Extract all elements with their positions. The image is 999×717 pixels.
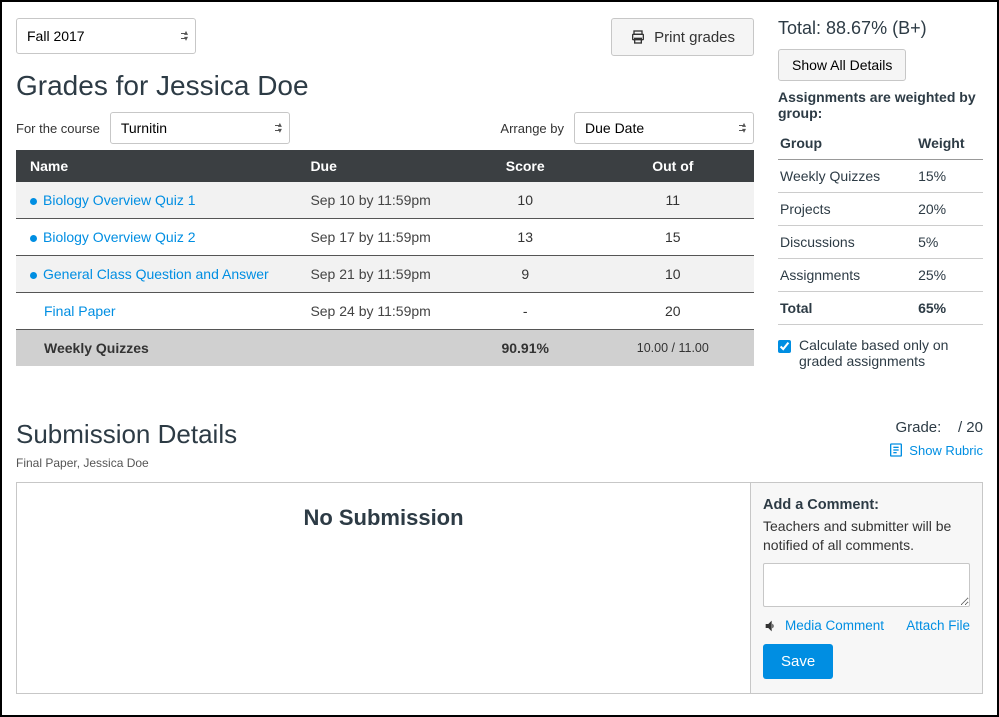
weight-col-weight: Weight xyxy=(916,127,983,160)
term-select[interactable]: Fall 2017 xyxy=(16,18,196,54)
rubric-icon xyxy=(888,442,904,458)
due-cell: Sep 21 by 11:59pm xyxy=(296,256,458,293)
col-outof: Out of xyxy=(592,150,754,182)
attach-file-link[interactable]: Attach File xyxy=(906,618,970,633)
arrange-select[interactable]: Due Date xyxy=(574,112,754,144)
outof-cell: 11 xyxy=(592,182,754,219)
show-rubric-link[interactable]: Show Rubric xyxy=(888,442,983,458)
new-indicator-icon xyxy=(30,272,37,279)
print-grades-button[interactable]: Print grades xyxy=(611,18,754,56)
arrange-label: Arrange by xyxy=(500,121,564,136)
comment-title: Add a Comment: xyxy=(763,497,970,513)
due-cell: Sep 17 by 11:59pm xyxy=(296,219,458,256)
table-row: General Class Question and Answer Sep 21 … xyxy=(16,256,754,293)
course-label: For the course xyxy=(16,121,100,136)
course-select[interactable]: Turnitin xyxy=(110,112,290,144)
outof-cell: 15 xyxy=(592,219,754,256)
page-title: Grades for Jessica Doe xyxy=(16,70,754,102)
comment-textarea[interactable] xyxy=(763,563,970,607)
assignment-link[interactable]: Biology Overview Quiz 1 xyxy=(43,192,196,208)
weight-row: Discussions5% xyxy=(778,226,983,259)
col-name: Name xyxy=(16,150,296,182)
due-cell: Sep 24 by 11:59pm xyxy=(296,293,458,330)
due-cell: Sep 10 by 11:59pm xyxy=(296,182,458,219)
submission-title: Submission Details xyxy=(16,419,237,450)
weight-row: Total65% xyxy=(778,292,983,325)
grade-label: Grade: xyxy=(895,419,941,436)
score-cell: 9 xyxy=(459,256,592,293)
print-label: Print grades xyxy=(654,29,735,46)
save-button[interactable]: Save xyxy=(763,644,833,679)
group-total-label: Weekly Quizzes xyxy=(16,330,296,367)
total-grade: Total: 88.67% (B+) xyxy=(778,18,983,39)
new-indicator-icon xyxy=(30,198,37,205)
outof-cell: 20 xyxy=(592,293,754,330)
weight-row: Projects20% xyxy=(778,193,983,226)
show-all-details-button[interactable]: Show All Details xyxy=(778,49,906,81)
score-cell: 10 xyxy=(459,182,592,219)
new-indicator-icon xyxy=(30,235,37,242)
table-row: Final Paper Sep 24 by 11:59pm-20 xyxy=(16,293,754,330)
submission-main: No Submission xyxy=(17,483,750,693)
weighted-label: Assignments are weighted by group: xyxy=(778,89,983,121)
assignment-link[interactable]: General Class Question and Answer xyxy=(43,266,269,282)
audio-icon xyxy=(763,618,779,634)
assignment-link[interactable]: Biology Overview Quiz 2 xyxy=(43,229,196,245)
assignment-link[interactable]: Final Paper xyxy=(44,303,116,319)
weight-table: Group Weight Weekly Quizzes15%Projects20… xyxy=(778,127,983,325)
weight-col-group: Group xyxy=(778,127,916,160)
col-due: Due xyxy=(296,150,458,182)
score-cell: - xyxy=(459,293,592,330)
submission-subtitle: Final Paper, Jessica Doe xyxy=(16,456,237,470)
comment-desc: Teachers and submitter will be notified … xyxy=(763,517,970,555)
grades-table: Name Due Score Out of Biology Overview Q… xyxy=(16,150,754,366)
col-score: Score xyxy=(459,150,592,182)
group-total-score: 90.91% xyxy=(459,330,592,367)
calculate-graded-only-checkbox[interactable] xyxy=(778,339,791,354)
group-total-row: Weekly Quizzes 90.91%10.00 / 11.00 xyxy=(16,330,754,367)
media-comment-link[interactable]: Media Comment xyxy=(763,618,884,634)
weight-row: Weekly Quizzes15% xyxy=(778,160,983,193)
table-row: Biology Overview Quiz 2 Sep 17 by 11:59pm… xyxy=(16,219,754,256)
group-total-outof: 10.00 / 11.00 xyxy=(592,330,754,367)
no-submission-text: No Submission xyxy=(39,505,728,531)
print-icon xyxy=(630,29,646,45)
weight-row: Assignments25% xyxy=(778,259,983,292)
score-cell: 13 xyxy=(459,219,592,256)
table-row: Biology Overview Quiz 1 Sep 10 by 11:59pm… xyxy=(16,182,754,219)
calculate-graded-only-label: Calculate based only on graded assignmen… xyxy=(778,337,983,369)
outof-cell: 10 xyxy=(592,256,754,293)
grade-outof: / 20 xyxy=(958,419,983,436)
